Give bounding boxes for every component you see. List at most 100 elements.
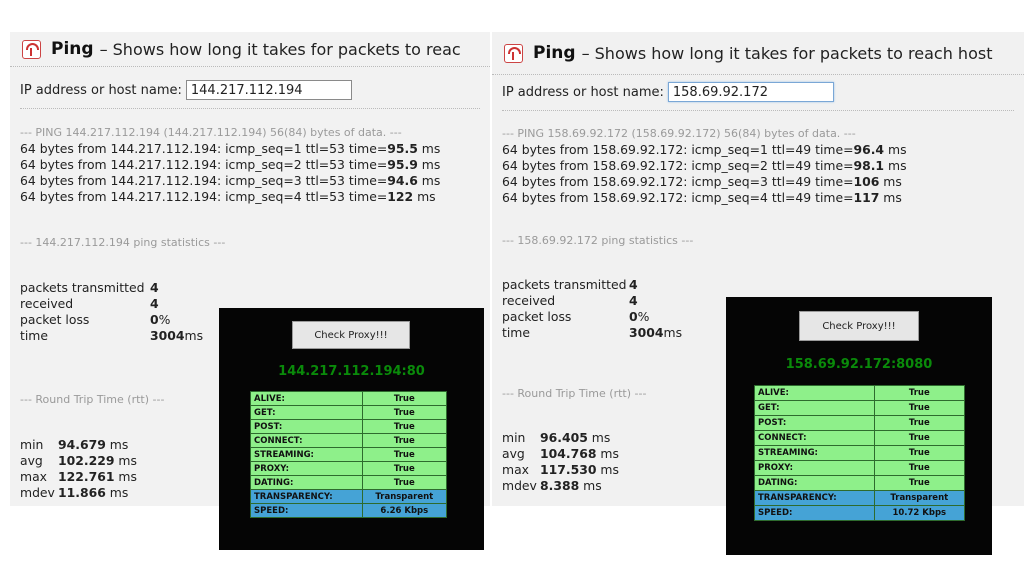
proxy-result-value: True <box>873 430 966 446</box>
reply-line: 64 bytes from 158.69.92.172: icmp_seq=3 … <box>502 174 902 189</box>
proxy-result-key: POST: <box>250 419 363 434</box>
rtt-block: min 94.679 ms avg 102.229 ms max 122.761 ms… <box>20 437 137 501</box>
proxy-result-value: Transparent <box>361 489 448 504</box>
proxy-result-row: GET: True <box>754 400 966 416</box>
proxy-result-value: True <box>361 391 448 406</box>
host-label: IP address or host name: <box>502 84 664 100</box>
proxy-check-left: Check Proxy!!! 144.217.112.194:80 ALIVE:… <box>219 308 484 550</box>
ping-subtitle: – Shows how long it takes for packets to… <box>99 39 461 59</box>
proxy-result-table: ALIVE: True GET: True POST: True CONNECT: True S… <box>754 385 966 521</box>
proxy-result-key: TRANSPARENCY: <box>754 490 875 506</box>
proxy-result-row: ALIVE: True <box>250 391 448 406</box>
reply-line: 64 bytes from 158.69.92.172: icmp_seq=2 … <box>502 158 907 173</box>
stat-row: packet loss 0 % <box>502 309 650 324</box>
proxy-result-key: SPEED: <box>754 505 875 521</box>
proxy-result-key: SPEED: <box>250 503 363 518</box>
proxy-result-value: True <box>873 415 966 431</box>
stats-block: packets transmitted 4 received 4 packet lo… <box>20 280 203 344</box>
rtt-row: min 96.405 ms <box>502 430 611 445</box>
proxy-result-row: ALIVE: True <box>754 385 966 401</box>
proxy-result-row: TRANSPARENCY: Transparent <box>250 489 448 504</box>
ping-title: Ping <box>51 39 94 59</box>
proxy-result-value: True <box>361 433 448 448</box>
divider <box>502 110 1014 111</box>
host-row: IP address or host name: <box>502 82 834 102</box>
proxy-result-key: PROXY: <box>250 461 363 476</box>
proxy-result-value: Transparent <box>873 490 966 506</box>
ping-header: Ping – Shows how long it takes for packe… <box>492 32 1024 75</box>
proxy-result-key: STREAMING: <box>754 445 875 461</box>
proxy-check-right: Check Proxy!!! 158.69.92.172:8080 ALIVE:… <box>726 297 992 555</box>
ping-title: Ping <box>533 43 576 63</box>
stat-row: packets transmitted 4 <box>20 280 159 295</box>
reply-line: 64 bytes from 144.217.112.194: icmp_seq=… <box>20 173 441 188</box>
proxy-result-key: STREAMING: <box>250 447 363 462</box>
stat-row: received 4 <box>502 293 638 308</box>
ping-header-line: --- PING 144.217.112.194 (144.217.112.19… <box>20 126 402 139</box>
proxy-result-value: True <box>873 400 966 416</box>
proxy-result-key: GET: <box>250 405 363 420</box>
proxy-result-value: 10.72 Kbps <box>873 505 966 521</box>
host-input[interactable] <box>185 80 352 100</box>
proxy-result-value: True <box>361 461 448 476</box>
rtt-row: mdev 8.388 ms <box>502 478 602 493</box>
divider <box>20 108 480 109</box>
stats-header: --- 158.69.92.172 ping statistics --- <box>502 234 694 247</box>
rtt-row: max 117.530 ms <box>502 462 619 477</box>
proxy-result-row: STREAMING: True <box>250 447 448 462</box>
stat-row: received 4 <box>20 296 159 311</box>
ping-header: Ping – Shows how long it takes for packe… <box>10 32 490 67</box>
proxy-result-value: True <box>361 405 448 420</box>
proxy-address: 158.69.92.172:8080 <box>785 357 933 372</box>
ping-output: --- PING 158.69.92.172 (158.69.92.172) 5… <box>502 126 907 206</box>
rtt-row: mdev 11.866 ms <box>20 485 129 500</box>
stats-block: packets transmitted 4 received 4 packet lo… <box>502 277 682 341</box>
host-row: IP address or host name: <box>20 80 352 100</box>
proxy-result-row: POST: True <box>754 415 966 431</box>
proxy-result-table: ALIVE: True GET: True POST: True CONNECT: True S… <box>250 391 448 518</box>
proxy-result-value: True <box>873 385 966 401</box>
stat-row: packets transmitted 4 <box>502 277 638 292</box>
proxy-result-row: PROXY: True <box>250 461 448 476</box>
proxy-result-row: PROXY: True <box>754 460 966 476</box>
proxy-result-row: CONNECT: True <box>250 433 448 448</box>
proxy-result-row: STREAMING: True <box>754 445 966 461</box>
proxy-result-row: POST: True <box>250 419 448 434</box>
reply-line: 64 bytes from 144.217.112.194: icmp_seq=… <box>20 157 441 172</box>
proxy-result-row: DATING: True <box>250 475 448 490</box>
reply-line: 64 bytes from 144.217.112.194: icmp_seq=… <box>20 141 441 156</box>
stat-row: time 3004 ms <box>502 325 683 340</box>
ping-header-line: --- PING 158.69.92.172 (158.69.92.172) 5… <box>502 127 856 140</box>
proxy-result-key: POST: <box>754 415 875 431</box>
check-proxy-button[interactable]: Check Proxy!!! <box>292 321 410 349</box>
proxy-result-value: 6.26 Kbps <box>361 503 448 518</box>
reply-line: 64 bytes from 158.69.92.172: icmp_seq=4 … <box>502 190 902 205</box>
rtt-header: --- Round Trip Time (rtt) --- <box>20 393 165 406</box>
rtt-header: --- Round Trip Time (rtt) --- <box>502 387 647 400</box>
check-proxy-button[interactable]: Check Proxy!!! <box>799 311 919 341</box>
host-label: IP address or host name: <box>20 82 182 98</box>
proxy-result-row: CONNECT: True <box>754 430 966 446</box>
proxy-result-value: True <box>361 447 448 462</box>
stat-row: packet loss 0 % <box>20 312 171 327</box>
ping-icon <box>22 39 41 59</box>
proxy-address: 144.217.112.194:80 <box>278 364 425 379</box>
proxy-result-key: DATING: <box>754 475 875 491</box>
proxy-result-key: CONNECT: <box>754 430 875 446</box>
rtt-row: avg 104.768 ms <box>502 446 619 461</box>
host-input[interactable] <box>667 82 834 102</box>
reply-line: 64 bytes from 158.69.92.172: icmp_seq=1 … <box>502 142 907 157</box>
stat-row: time 3004 ms <box>20 328 204 343</box>
rtt-row: max 122.761 ms <box>20 469 137 484</box>
proxy-result-row: TRANSPARENCY: Transparent <box>754 490 966 506</box>
ping-output: --- PING 144.217.112.194 (144.217.112.19… <box>20 125 440 205</box>
proxy-result-key: ALIVE: <box>250 391 363 406</box>
stats-header: --- 144.217.112.194 ping statistics --- <box>20 236 226 249</box>
proxy-result-value: True <box>873 445 966 461</box>
rtt-row: min 94.679 ms <box>20 437 129 452</box>
proxy-result-row: GET: True <box>250 405 448 420</box>
reply-line: 64 bytes from 144.217.112.194: icmp_seq=… <box>20 189 436 204</box>
rtt-block: min 96.405 ms avg 104.768 ms max 117.530 ms… <box>502 430 619 494</box>
proxy-result-value: True <box>873 475 966 491</box>
proxy-result-key: PROXY: <box>754 460 875 476</box>
